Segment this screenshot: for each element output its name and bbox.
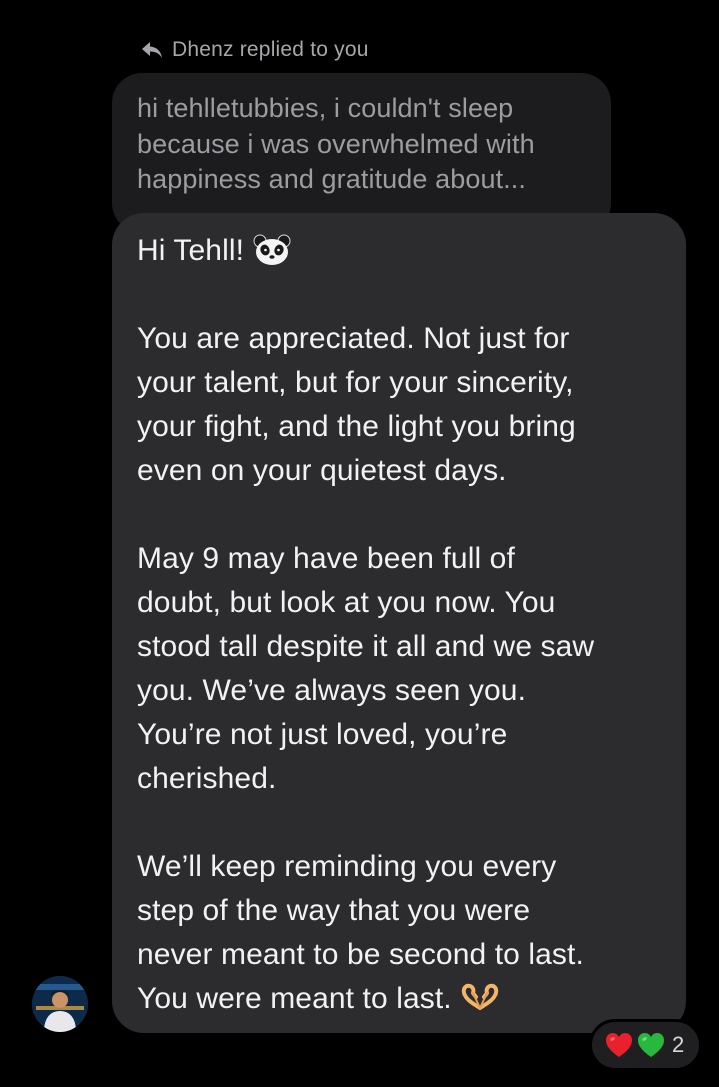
reply-header: Dhenz replied to you <box>140 36 369 64</box>
message-paragraph: May 9 may have been full of doubt, but l… <box>137 542 595 795</box>
reply-header-text: Dhenz replied to you <box>172 38 369 61</box>
panda-emoji-icon <box>253 234 291 267</box>
message-body: Hi Tehll! You are appreciated. Not just … <box>137 229 668 1021</box>
message-greeting-line: Hi Tehll! <box>137 229 668 273</box>
green-heart-icon <box>636 1031 666 1059</box>
avatar[interactable] <box>32 976 88 1032</box>
quoted-message-bubble[interactable]: hi tehlletubbies, i couldn't sleep becau… <box>112 73 611 233</box>
message-closing-line: We’ll keep reminding you every step of t… <box>137 845 668 1021</box>
quoted-message-text: hi tehlletubbies, i couldn't sleep becau… <box>137 93 535 194</box>
message-paragraph: You are appreciated. Not just for your t… <box>137 322 576 487</box>
reply-arrow-icon <box>140 40 164 60</box>
red-heart-icon <box>604 1031 634 1059</box>
message-bubble[interactable]: Hi Tehll! You are appreciated. Not just … <box>112 213 686 1033</box>
reaction-count: 2 <box>672 1032 685 1057</box>
message-paragraph: We’ll keep reminding you every step of t… <box>137 850 584 1015</box>
reactions-pill[interactable]: 2 <box>589 1019 702 1071</box>
message-greeting: Hi Tehll! <box>137 234 245 267</box>
heart-hands-emoji-icon <box>460 982 500 1015</box>
